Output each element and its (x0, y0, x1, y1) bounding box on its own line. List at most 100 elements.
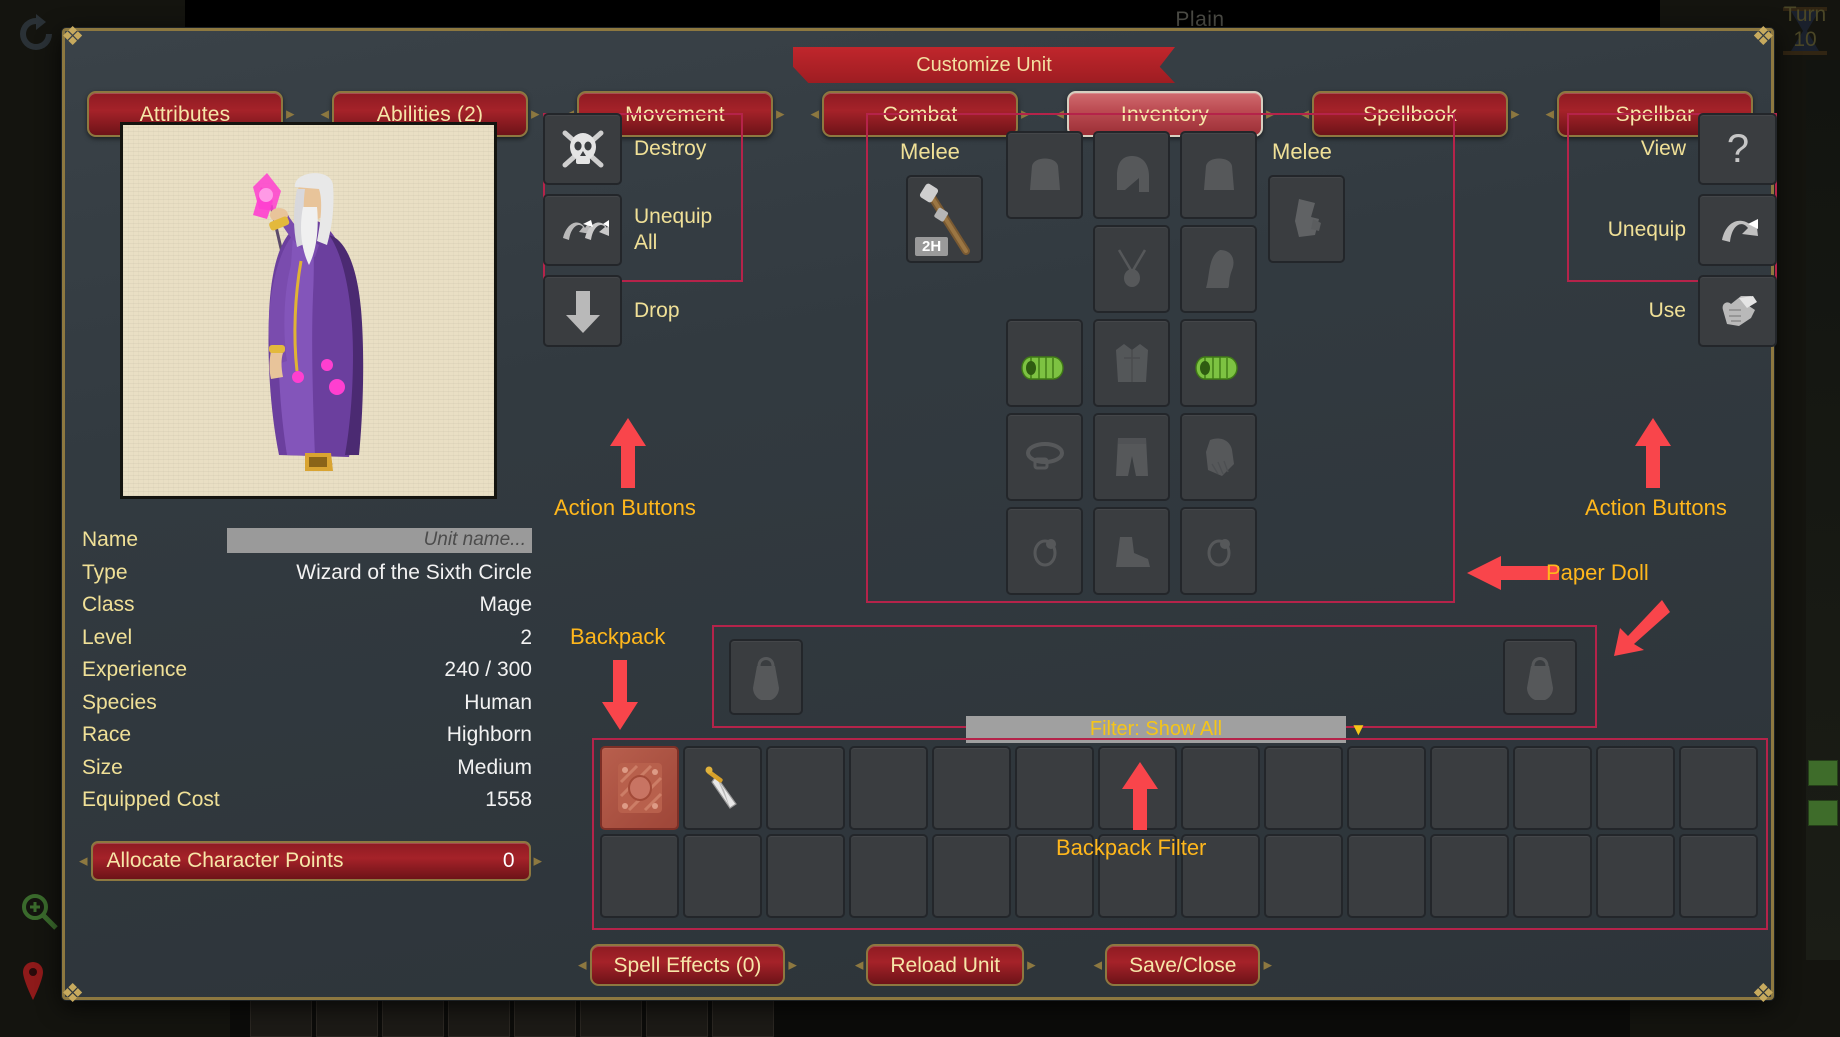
backpack-slot-0[interactable] (600, 746, 679, 830)
chevron-down-icon[interactable]: ▼ (1350, 720, 1367, 740)
backpack-slot-25[interactable] (1513, 834, 1592, 918)
question-mark-icon[interactable]: ? (1698, 113, 1777, 185)
pants-icon (1115, 438, 1148, 476)
backpack-slot-3[interactable] (849, 746, 928, 830)
party-portrait[interactable] (712, 995, 774, 1037)
slot-body-armor[interactable] (1093, 319, 1170, 407)
curved-arrow-icon[interactable] (1698, 194, 1777, 266)
tab-separator-icon: ◂ (810, 104, 819, 123)
backpack-slot-10[interactable] (1430, 746, 1509, 830)
backpack-slot-27[interactable] (1679, 834, 1758, 918)
backpack-slot-1[interactable] (683, 746, 762, 830)
down-arrow-icon[interactable] (543, 275, 622, 347)
stat-label: Equipped Cost (82, 788, 220, 812)
cloak-icon (1205, 250, 1233, 288)
backpack-slot-8[interactable] (1264, 746, 1343, 830)
annotation-arrow-up-left (610, 418, 646, 488)
party-portrait-bar[interactable] (250, 995, 774, 1037)
party-portrait[interactable] (448, 995, 510, 1037)
annotation-arrow-down-backpack (602, 660, 638, 730)
skull-crossbones-icon[interactable] (543, 113, 622, 185)
party-portrait[interactable] (646, 995, 708, 1037)
drop-button[interactable]: Drop (543, 275, 743, 347)
view-button[interactable]: View ? (1567, 113, 1777, 185)
unit-portrait[interactable] (120, 122, 497, 499)
stat-label: Size (82, 755, 123, 779)
stat-label: Species (82, 690, 157, 714)
unit-name-input[interactable] (227, 527, 532, 553)
backpack-slot-23[interactable] (1347, 834, 1426, 918)
party-portrait[interactable] (580, 995, 642, 1037)
backpack-slot-5[interactable] (1015, 746, 1094, 830)
double-curved-arrow-icon[interactable] (543, 194, 622, 266)
save-close-button[interactable]: Save/Close (1105, 944, 1261, 986)
backpack-slot-11[interactable] (1513, 746, 1592, 830)
grabbing-hand-icon[interactable] (1698, 275, 1777, 347)
slot-feet[interactable] (1093, 507, 1170, 595)
gloves-icon (1205, 438, 1234, 476)
backpack-slot-12[interactable] (1596, 746, 1675, 830)
annotation-paper-doll: Paper Doll (1546, 560, 1649, 585)
slot-belt[interactable] (1006, 413, 1083, 501)
button-arrow-icon: ◂ (1093, 955, 1103, 974)
unequip-label: Unequip (1607, 218, 1686, 241)
slot-shoulder-right[interactable] (1180, 131, 1257, 219)
unequip-all-button[interactable]: Unequip All (543, 194, 743, 266)
destroy-button[interactable]: Destroy (543, 113, 743, 185)
slot-hands[interactable] (1180, 413, 1257, 501)
slot-cloak[interactable] (1180, 225, 1257, 313)
backpack-slot-15[interactable] (683, 834, 762, 918)
backpack-slot-17[interactable] (849, 834, 928, 918)
slot-ring-right[interactable] (1180, 507, 1257, 595)
map-pin-icon[interactable] (18, 960, 48, 1002)
bracer-icon (1020, 356, 1064, 380)
backpack-slot-13[interactable] (1679, 746, 1758, 830)
party-portrait[interactable] (316, 995, 378, 1037)
annotation-arrow-up-filter (1122, 762, 1158, 830)
slot-bracer-left[interactable] (1006, 319, 1083, 407)
allocate-character-points-button[interactable]: Allocate Character Points 0 (90, 841, 531, 881)
stat-row-race: Race Highborn (82, 719, 532, 752)
belt-icon (1025, 442, 1064, 470)
unequip-button[interactable]: Unequip (1567, 194, 1777, 266)
stat-label: Type (82, 560, 128, 584)
slot-amulet[interactable] (1093, 225, 1170, 313)
stat-row-class: Class Mage (82, 589, 532, 622)
svg-text:?: ? (1726, 127, 1748, 171)
slot-legs[interactable] (1093, 413, 1170, 501)
window-title-banner: Customize Unit (793, 47, 1175, 83)
spell-effects-button[interactable]: Spell Effects (0) (589, 944, 786, 986)
backpack-slot-14[interactable] (600, 834, 679, 918)
backpack-slot-2[interactable] (766, 746, 845, 830)
slot-shoulder-left[interactable] (1006, 131, 1083, 219)
backpack-slot-18[interactable] (932, 834, 1011, 918)
reload-unit-button[interactable]: Reload Unit (866, 944, 1025, 986)
party-portrait[interactable] (250, 995, 312, 1037)
backpack-slot-16[interactable] (766, 834, 845, 918)
backpack-slot-22[interactable] (1264, 834, 1343, 918)
slot-head[interactable] (1093, 131, 1170, 219)
use-button[interactable]: Use (1567, 275, 1777, 347)
backpack-slot-4[interactable] (932, 746, 1011, 830)
reload-icon[interactable] (14, 12, 58, 56)
slot-bracer-right[interactable] (1180, 319, 1257, 407)
magnifier-icon[interactable] (18, 890, 60, 932)
slot-ring-left[interactable] (1006, 507, 1083, 595)
backpack-slot-24[interactable] (1430, 834, 1509, 918)
slot-off-hand[interactable] (1268, 175, 1345, 263)
backpack-slot-9[interactable] (1347, 746, 1426, 830)
bag-slot-right[interactable] (1503, 639, 1577, 715)
use-label: Use (1648, 299, 1686, 322)
green-chip-2 (1808, 800, 1838, 826)
bag-slot-left[interactable] (729, 639, 803, 715)
view-label: View (1640, 137, 1686, 160)
backpack-slot-7[interactable] (1181, 746, 1260, 830)
party-portrait[interactable] (382, 995, 444, 1037)
slot-main-hand[interactable]: 2H (906, 175, 983, 263)
two-handed-badge: 2H (915, 237, 949, 256)
party-portrait[interactable] (514, 995, 576, 1037)
ornament-corner-icon: ❖ (1751, 21, 1775, 51)
turn-number: 10 (1793, 28, 1817, 51)
backpack-slot-26[interactable] (1596, 834, 1675, 918)
annotation-action-buttons-right: Action Buttons (1585, 495, 1727, 520)
